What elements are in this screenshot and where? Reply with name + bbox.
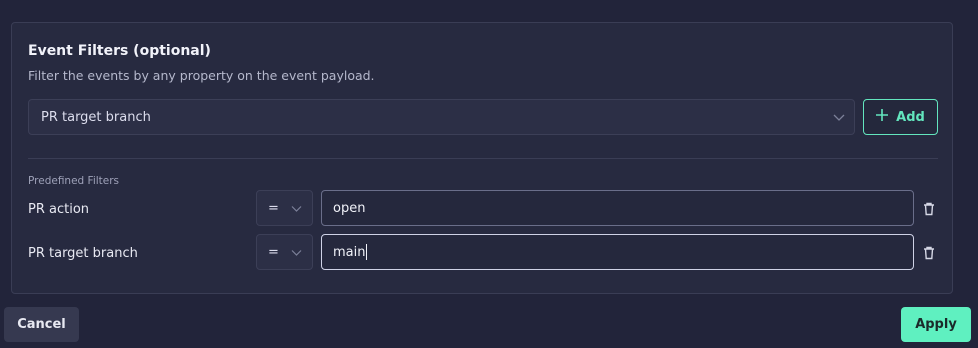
chevron-down-icon — [832, 110, 846, 128]
add-filter-button[interactable]: Add — [863, 99, 938, 135]
add-filter-label: Add — [896, 109, 925, 125]
trash-icon[interactable] — [922, 201, 936, 220]
filter-value-input[interactable]: open — [321, 190, 914, 226]
chevron-down-icon — [290, 202, 303, 219]
operator-value: = — [268, 200, 279, 216]
panel-subtitle: Filter the events by any property on the… — [28, 68, 375, 83]
filter-value-text: main — [333, 244, 366, 260]
apply-button[interactable]: Apply — [901, 307, 971, 342]
filter-row-label: PR target branch — [28, 246, 138, 261]
filter-property-value: PR target branch — [41, 109, 151, 125]
operator-select[interactable]: = — [256, 190, 313, 226]
text-caret — [366, 244, 368, 260]
chevron-down-icon — [290, 246, 303, 263]
filter-value-text: open — [333, 200, 366, 216]
predefined-filters-label: Predefined Filters — [28, 175, 120, 187]
filter-property-select[interactable]: PR target branch — [28, 99, 855, 135]
filter-row-label: PR action — [28, 202, 90, 217]
divider — [28, 158, 938, 159]
cancel-button[interactable]: Cancel — [4, 307, 79, 342]
trash-icon[interactable] — [922, 245, 936, 264]
filter-value-input[interactable]: main — [321, 234, 914, 270]
panel-title: Event Filters (optional) — [28, 43, 211, 59]
operator-value: = — [268, 244, 279, 260]
plus-icon — [876, 109, 889, 125]
operator-select[interactable]: = — [256, 234, 313, 270]
event-filters-panel: Event Filters (optional) Filter the even… — [11, 22, 953, 294]
